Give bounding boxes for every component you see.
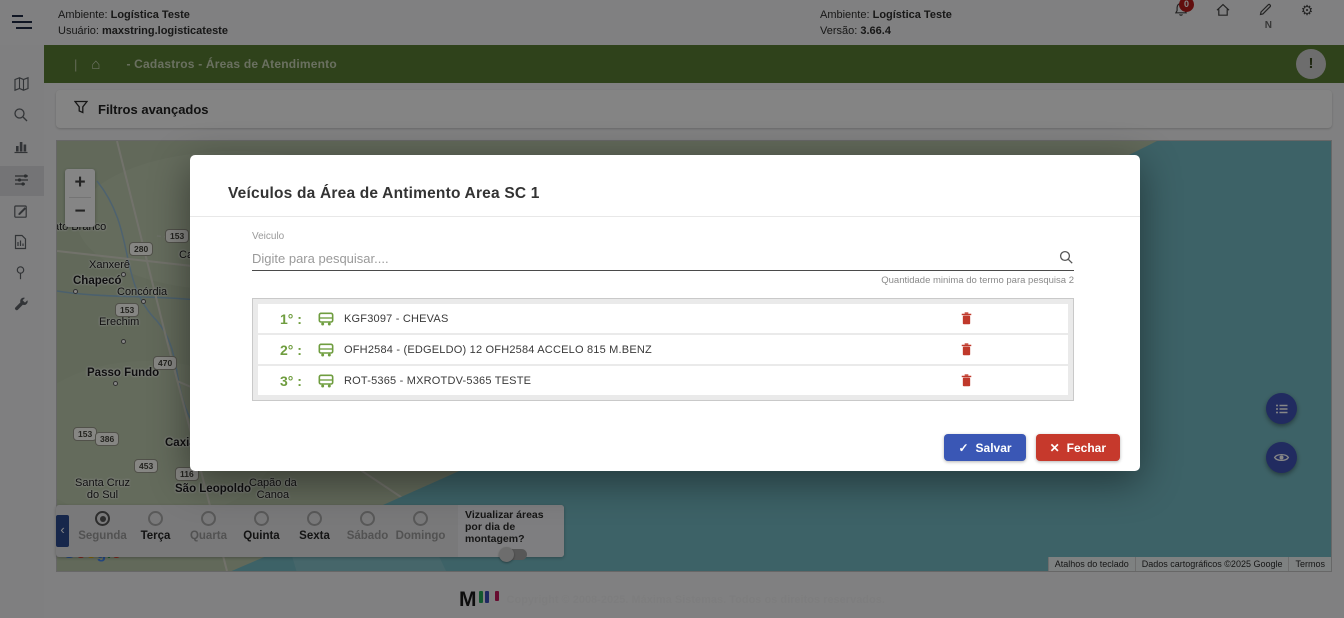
vehicle-list: 1° : KGF3097 - CHEVAS 2° : OFH2584 - (ED… bbox=[252, 298, 1074, 401]
delete-vehicle-icon[interactable] bbox=[961, 312, 972, 325]
vehicle-row: 1° : KGF3097 - CHEVAS bbox=[258, 304, 1068, 333]
check-icon: ✓ bbox=[958, 440, 969, 455]
truck-icon bbox=[318, 343, 334, 357]
vehicles-modal: Veículos da Área de Antimento Area SC 1 … bbox=[190, 155, 1140, 471]
vehicle-label: OFH2584 - (EDGELDO) 12 OFH2584 ACCELO 81… bbox=[344, 343, 652, 356]
x-icon: ✕ bbox=[1049, 440, 1060, 455]
vehicle-row: 3° : ROT-5365 - MXROTDV-5365 TESTE bbox=[258, 366, 1068, 395]
truck-icon bbox=[318, 374, 334, 388]
delete-vehicle-icon[interactable] bbox=[961, 343, 972, 356]
vehicle-order: 1° : bbox=[280, 310, 302, 327]
vehicle-order: 3° : bbox=[280, 372, 302, 389]
modal-body: Veiculo Quantidade minima do termo para … bbox=[190, 217, 1140, 401]
vehicle-row: 2° : OFH2584 - (EDGELDO) 12 OFH2584 ACCE… bbox=[258, 335, 1068, 364]
vehicle-search-input[interactable] bbox=[252, 247, 1074, 271]
modal-header: Veículos da Área de Antimento Area SC 1 bbox=[190, 155, 1140, 217]
app-screen: Ambiente: Logística Teste Usuário: maxst… bbox=[0, 0, 1344, 618]
search-icon[interactable] bbox=[1059, 250, 1074, 270]
search-hint: Quantidade minima do termo para pesquisa… bbox=[881, 275, 1074, 286]
vehicle-label: KGF3097 - CHEVAS bbox=[344, 312, 449, 325]
vehicle-order: 2° : bbox=[280, 341, 302, 358]
close-button[interactable]: ✕ Fechar bbox=[1035, 434, 1120, 461]
truck-icon bbox=[318, 312, 334, 326]
vehicle-field-label: Veiculo bbox=[252, 231, 285, 242]
delete-vehicle-icon[interactable] bbox=[961, 374, 972, 387]
vehicle-label: ROT-5365 - MXROTDV-5365 TESTE bbox=[344, 374, 532, 387]
modal-title: Veículos da Área de Antimento Area SC 1 bbox=[228, 185, 540, 202]
save-button[interactable]: ✓ Salvar bbox=[944, 434, 1026, 461]
